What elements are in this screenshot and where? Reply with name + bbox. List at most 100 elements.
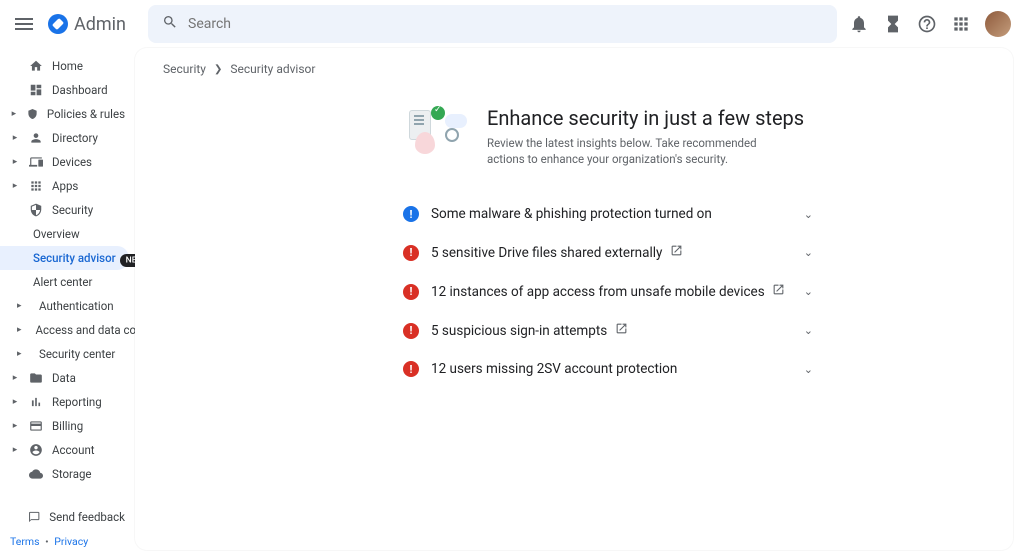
sidebar-item-account[interactable]: ▸ Account <box>0 438 135 462</box>
hero-illustration <box>403 106 467 160</box>
billing-icon <box>29 419 43 433</box>
subitem-label: Authentication <box>39 299 114 313</box>
breadcrumb-current: Security advisor <box>230 62 315 76</box>
search-bar[interactable] <box>148 5 837 43</box>
chevron-down-icon: ⌄ <box>804 246 813 259</box>
alert-status-icon <box>403 323 419 339</box>
insight-text: 12 users missing 2SV account protection <box>431 361 792 377</box>
security-subitem-security-advisor[interactable]: Security advisorNEW <box>0 246 129 270</box>
insight-text: 12 instances of app access from unsafe m… <box>431 283 792 300</box>
sidebar-item-label: Directory <box>52 131 98 145</box>
chevron-down-icon: ⌄ <box>804 208 813 221</box>
product-logo[interactable]: Admin <box>48 14 126 35</box>
search-input[interactable] <box>188 16 823 32</box>
help-icon[interactable] <box>917 14 937 34</box>
insight-row[interactable]: Some malware & phishing protection turne… <box>403 195 813 233</box>
hero-section: Enhance security in just a few steps Rev… <box>403 106 985 167</box>
sidebar-item-dashboard[interactable]: Dashboard <box>0 78 135 102</box>
external-link-icon <box>772 283 785 296</box>
expand-chevron-icon: ▸ <box>10 133 20 143</box>
sidebar-item-security[interactable]: Security <box>0 198 135 222</box>
insights-list: Some malware & phishing protection turne… <box>403 195 813 388</box>
expand-chevron-icon: ▸ <box>10 373 20 383</box>
security-subitem-alert-center[interactable]: Alert center <box>0 270 135 294</box>
sidebar-item-storage[interactable]: Storage <box>0 462 135 486</box>
sidebar-item-label: Security <box>52 203 93 217</box>
expand-chevron-icon: ▸ <box>10 181 20 191</box>
insight-row[interactable]: 5 suspicious sign-in attempts ⌄ <box>403 311 813 350</box>
sidebar-item-data[interactable]: ▸ Data <box>0 366 135 390</box>
insight-text: Some malware & phishing protection turne… <box>431 206 792 222</box>
insight-text: 5 suspicious sign-in attempts <box>431 322 792 339</box>
sidebar-item-label: Account <box>52 443 95 457</box>
insight-text: 5 sensitive Drive files shared externall… <box>431 244 792 261</box>
sidebar-item-label: Billing <box>52 419 83 433</box>
insight-row[interactable]: 12 instances of app access from unsafe m… <box>403 272 813 311</box>
send-feedback-button[interactable]: Send feedback <box>0 505 135 529</box>
policy-icon <box>27 107 38 121</box>
info-status-icon <box>403 206 419 222</box>
hourglass-icon[interactable] <box>883 14 903 34</box>
apps-icon <box>29 179 43 193</box>
security-subitem-authentication[interactable]: ▸ Authentication <box>0 294 135 318</box>
alert-status-icon <box>403 284 419 300</box>
security-subitem-security-center[interactable]: ▸ Security center <box>0 342 135 366</box>
insight-row[interactable]: 12 users missing 2SV account protection … <box>403 350 813 388</box>
sidebar-item-label: Reporting <box>52 395 102 409</box>
hero-subtitle: Review the latest insights below. Take r… <box>487 135 787 167</box>
sidebar-item-devices[interactable]: ▸ Devices <box>0 150 135 174</box>
devices-icon <box>29 155 43 169</box>
alert-status-icon <box>403 245 419 261</box>
search-icon <box>162 14 178 34</box>
sidebar-item-billing[interactable]: ▸ Billing <box>0 414 135 438</box>
reporting-icon <box>29 395 43 409</box>
subitem-label: Security center <box>39 347 115 361</box>
home-icon <box>29 59 43 73</box>
feedback-icon <box>28 510 40 524</box>
sidebar-item-label: Home <box>52 59 83 73</box>
hamburger-menu-button[interactable] <box>12 12 36 36</box>
breadcrumb: Security ❯ Security advisor <box>163 62 985 76</box>
apps-grid-icon[interactable] <box>951 14 971 34</box>
sidebar-item-reporting[interactable]: ▸ Reporting <box>0 390 135 414</box>
sidebar-item-label: Apps <box>52 179 78 193</box>
main-content: Security ❯ Security advisor Enhance secu… <box>135 48 1013 550</box>
expand-chevron-icon: ▸ <box>10 445 20 455</box>
security-subitem-overview[interactable]: Overview <box>0 222 135 246</box>
chevron-right-icon: ▸ <box>17 301 25 311</box>
avatar[interactable] <box>985 11 1011 37</box>
external-link-icon <box>615 322 628 335</box>
sidebar-item-home[interactable]: Home <box>0 54 135 78</box>
sidebar: Home Dashboard ▸ Policies & rules ▸ Dire… <box>0 48 135 560</box>
expand-chevron-icon: ▸ <box>10 109 18 119</box>
external-link-icon <box>670 244 683 257</box>
admin-logo-icon <box>48 14 68 34</box>
terms-link[interactable]: Terms <box>10 535 40 548</box>
sidebar-item-label: Policies & rules <box>47 107 125 121</box>
security-subitem-access-and-data-control[interactable]: ▸Access and data control <box>0 318 135 342</box>
footer-links: Terms • Privacy <box>0 529 135 554</box>
data-icon <box>29 371 43 385</box>
insight-row[interactable]: 5 sensitive Drive files shared externall… <box>403 233 813 272</box>
subitem-label: Security advisor <box>33 251 116 265</box>
sidebar-item-label: Dashboard <box>52 83 108 97</box>
send-feedback-label: Send feedback <box>49 510 125 524</box>
notifications-icon[interactable] <box>849 14 869 34</box>
sidebar-item-policies-rules[interactable]: ▸ Policies & rules <box>0 102 135 126</box>
people-icon <box>29 131 43 145</box>
chevron-down-icon: ⌄ <box>804 285 813 298</box>
chevron-right-icon: ❯ <box>214 64 222 75</box>
expand-chevron-icon: ▸ <box>10 397 20 407</box>
chevron-right-icon: ▸ <box>17 349 25 359</box>
sidebar-item-apps[interactable]: ▸ Apps <box>0 174 135 198</box>
hero-title: Enhance security in just a few steps <box>487 106 804 130</box>
privacy-link[interactable]: Privacy <box>54 535 88 548</box>
cloud-icon <box>29 467 43 481</box>
account-icon <box>29 443 43 457</box>
sidebar-item-directory[interactable]: ▸ Directory <box>0 126 135 150</box>
expand-chevron-icon: ▸ <box>10 421 20 431</box>
dashboard-icon <box>29 83 43 97</box>
chevron-right-icon: ▸ <box>17 325 22 335</box>
breadcrumb-root[interactable]: Security <box>163 62 206 76</box>
alert-status-icon <box>403 361 419 377</box>
